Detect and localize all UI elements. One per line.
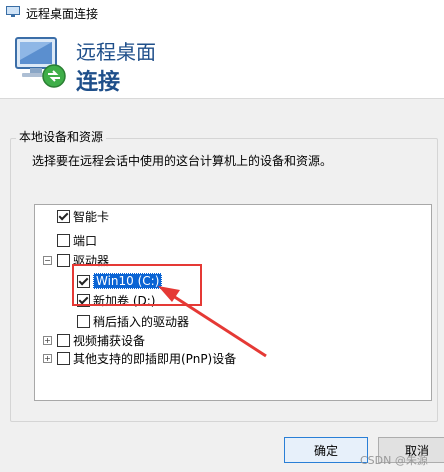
video-checkbox[interactable] xyxy=(57,333,70,347)
remote-desktop-icon xyxy=(6,6,20,17)
later-drives-label: 稍后插入的驱动器 xyxy=(93,314,190,329)
tree-item-pnp[interactable]: 其他支持的即插即用(PnP)设备 xyxy=(57,349,236,367)
header-banner: 远程桌面 连接 xyxy=(0,26,444,99)
tree-item-smartcard[interactable]: 智能卡 xyxy=(57,207,109,225)
smartcard-label: 智能卡 xyxy=(73,209,110,224)
header-title-line2: 连接 xyxy=(76,70,121,95)
watermark: CSDN @朱源 xyxy=(360,454,428,467)
pnp-expand-icon[interactable]: + xyxy=(43,354,52,363)
annotation-highlight-box xyxy=(72,264,202,306)
tree-item-video[interactable]: 视频捕获设备 xyxy=(57,331,145,349)
window-title: 远程桌面连接 xyxy=(26,7,99,21)
group-description: 选择要在远程会话中使用的这台计算机上的设备和资源。 xyxy=(32,154,333,168)
port-checkbox[interactable] xyxy=(57,233,70,247)
tree-item-later-drives[interactable]: 稍后插入的驱动器 xyxy=(77,312,189,330)
tree-item-port[interactable]: 端口 xyxy=(57,231,97,249)
monitor-connection-icon xyxy=(15,37,66,88)
drives-collapse-icon[interactable]: − xyxy=(43,256,52,265)
group-title: 本地设备和资源 xyxy=(16,128,107,145)
video-label: 视频捕获设备 xyxy=(73,333,146,348)
smartcard-checkbox[interactable] xyxy=(57,209,70,223)
ok-button[interactable]: 确定 xyxy=(284,437,368,463)
title-bar: 远程桌面连接 xyxy=(0,0,444,26)
pnp-label: 其他支持的即插即用(PnP)设备 xyxy=(73,351,237,366)
later-drives-checkbox[interactable] xyxy=(77,314,90,328)
drives-checkbox[interactable] xyxy=(57,253,70,267)
video-expand-icon[interactable]: + xyxy=(43,336,52,345)
port-label: 端口 xyxy=(73,233,98,248)
pnp-checkbox[interactable] xyxy=(57,351,70,365)
header-title-line1: 远程桌面 xyxy=(76,40,156,64)
